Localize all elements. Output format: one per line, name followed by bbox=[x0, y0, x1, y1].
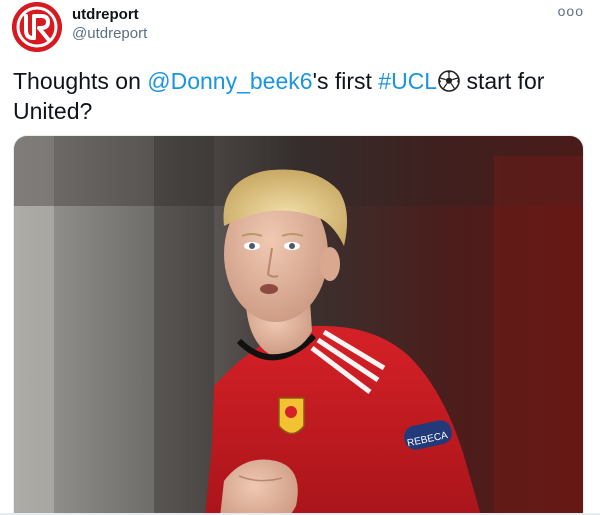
soccer-ball-icon bbox=[438, 70, 460, 92]
hashtag-link[interactable]: #UCL bbox=[378, 68, 437, 94]
player-photo: REBECA bbox=[14, 136, 583, 515]
tweet-text-part: 's first bbox=[312, 68, 379, 94]
account-avatar[interactable] bbox=[12, 2, 62, 52]
tweet-text-part: Thoughts on bbox=[13, 68, 148, 94]
tweet-card: utdreport @utdreport ooo Thoughts on @Do… bbox=[0, 0, 600, 515]
more-options-icon[interactable]: ooo bbox=[558, 4, 584, 18]
utdreport-logo bbox=[12, 2, 62, 52]
tweet-media-photo[interactable]: REBECA bbox=[13, 135, 584, 515]
mention-link[interactable]: @Donny_beek6 bbox=[147, 68, 312, 94]
tweet-text: Thoughts on @Donny_beek6's first #UCL st… bbox=[13, 66, 583, 126]
display-name[interactable]: utdreport bbox=[72, 6, 139, 23]
account-handle[interactable]: @utdreport bbox=[72, 25, 147, 42]
